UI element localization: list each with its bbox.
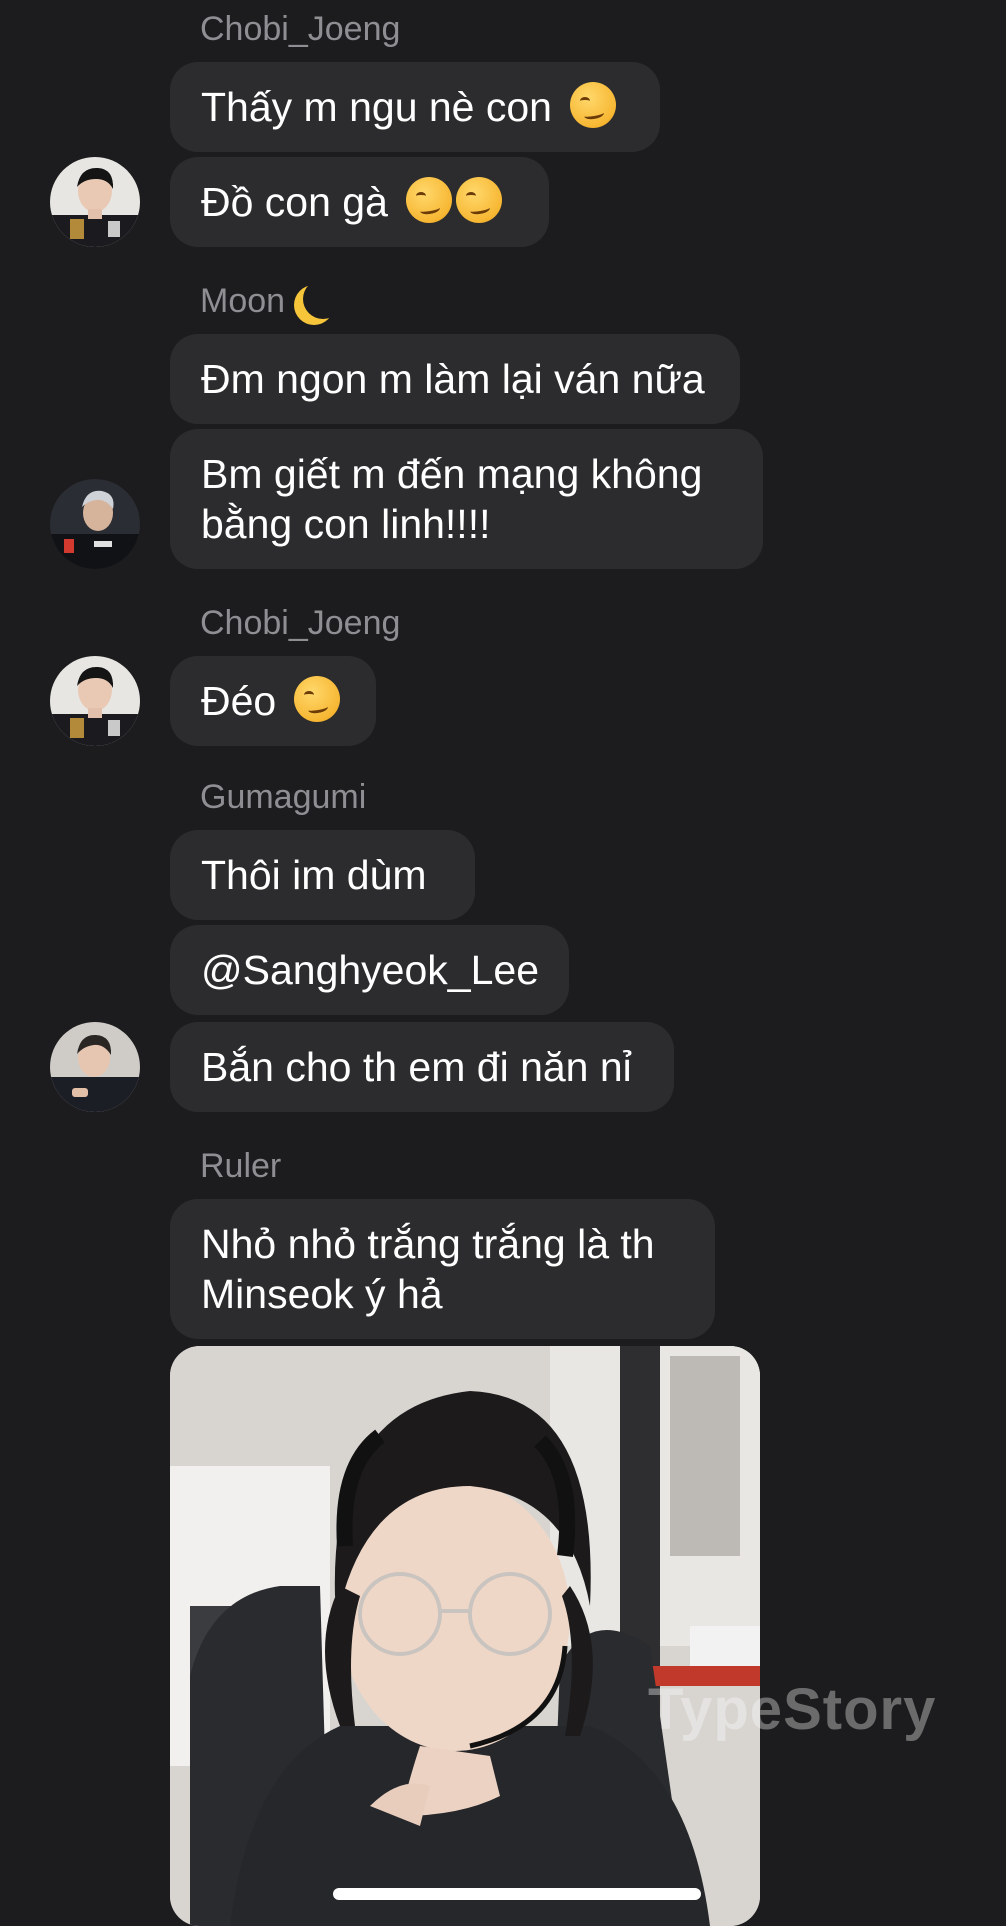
sender-name-text: Moon xyxy=(200,282,286,320)
message-bubble[interactable]: Bm giết m đến mạng không bằng con linh!!… xyxy=(170,429,763,569)
crescent-moon-icon xyxy=(303,279,343,319)
home-indicator[interactable] xyxy=(333,1888,701,1900)
message-text: Đồ con gà xyxy=(201,179,388,225)
smirking-face-icon xyxy=(569,82,616,128)
message-bubble[interactable]: Đéo xyxy=(170,656,376,746)
chat-screen: Chobi_Joeng Thấy m ngu nè con Đồ con gà … xyxy=(0,0,1006,1926)
message-bubble[interactable]: Nhỏ nhỏ trắng trắng là th Minseok ý hả xyxy=(170,1199,715,1339)
message-bubble[interactable]: Đồ con gà xyxy=(170,157,549,247)
avatar-moon[interactable] xyxy=(50,479,140,569)
message-bubble[interactable]: Thấy m ngu nè con xyxy=(170,62,660,152)
message-bubble[interactable]: Bắn cho th em đi năn nỉ xyxy=(170,1022,674,1112)
message-text: Thôi im dùm xyxy=(201,852,427,898)
message-bubble[interactable]: Thôi im dùm xyxy=(170,830,475,920)
sender-name: Chobi_Joeng xyxy=(200,10,401,48)
message-bubble[interactable]: Đm ngon m làm lại ván nữa xyxy=(170,334,740,424)
message-text: Đm ngon m làm lại ván nữa xyxy=(201,356,705,402)
watermark: TypeStory xyxy=(648,1677,937,1742)
avatar-chobi-joeng[interactable] xyxy=(50,656,140,746)
sender-name: Ruler xyxy=(200,1147,282,1185)
winking-face-icon xyxy=(294,676,341,722)
smirking-face-icon xyxy=(455,177,502,223)
message-text: Thấy m ngu nè con xyxy=(201,84,552,130)
avatar-chobi-joeng[interactable] xyxy=(50,157,140,247)
message-text: Nhỏ nhỏ trắng trắng là th Minseok ý hả xyxy=(201,1221,655,1317)
smirking-face-icon xyxy=(405,177,452,223)
message-text: Bm giết m đến mạng không bằng con linh!!… xyxy=(201,451,703,547)
message-text: @Sanghyeok_Lee xyxy=(201,947,539,993)
message-bubble[interactable]: @Sanghyeok_Lee xyxy=(170,925,569,1015)
sender-name: Gumagumi xyxy=(200,778,367,816)
message-text: Đéo xyxy=(201,678,277,724)
sender-name: Moon xyxy=(200,282,343,323)
photo-attachment[interactable] xyxy=(170,1346,760,1926)
avatar-gumagumi[interactable] xyxy=(50,1022,140,1112)
message-text: Bắn cho th em đi năn nỉ xyxy=(201,1044,632,1090)
sender-name: Chobi_Joeng xyxy=(200,604,401,642)
